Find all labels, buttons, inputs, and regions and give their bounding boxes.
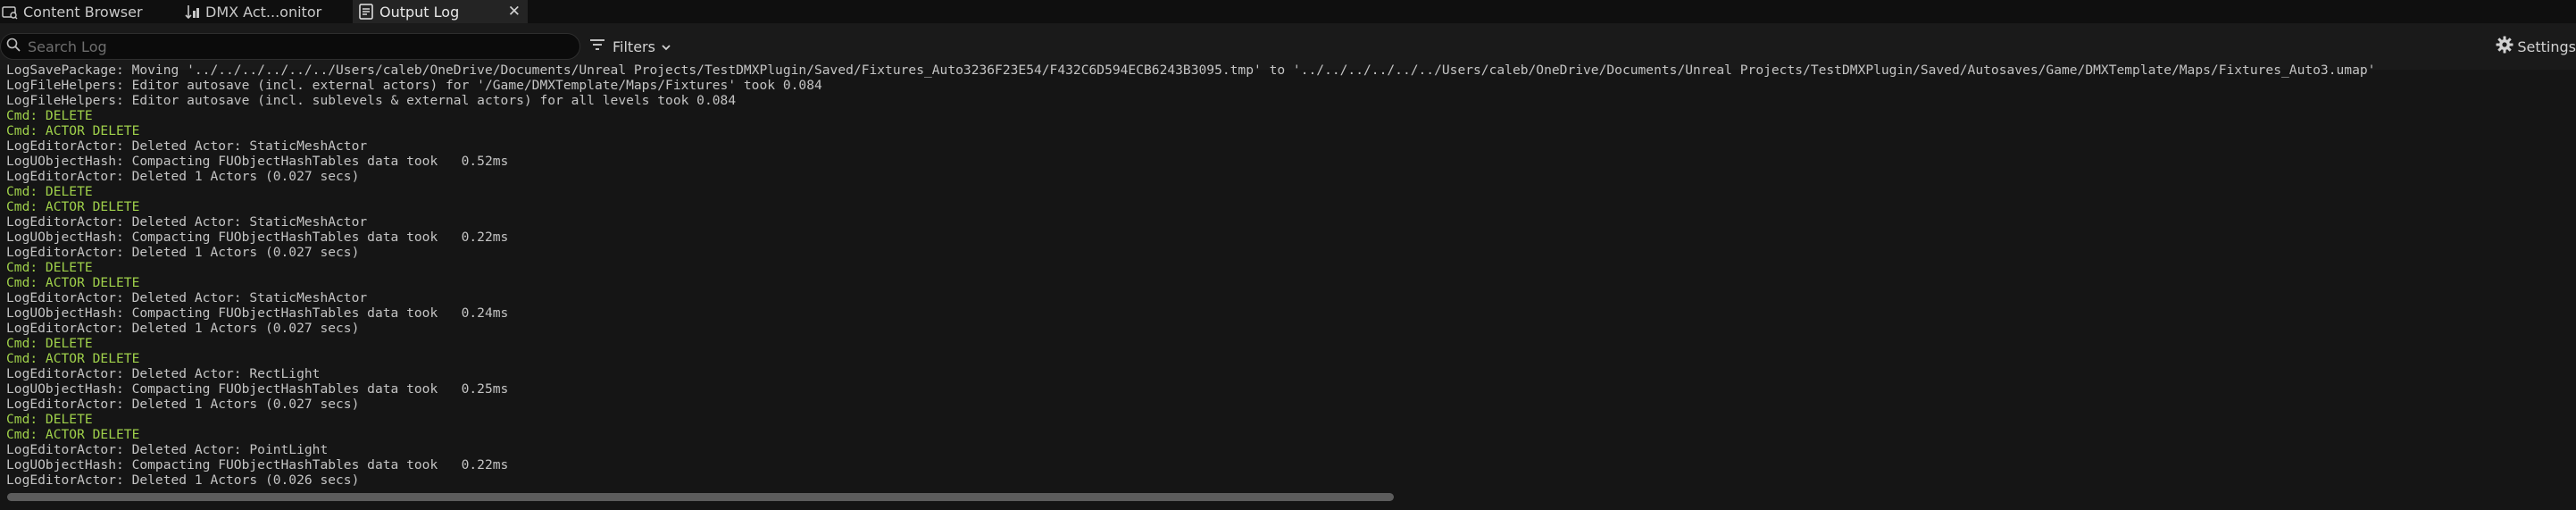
log-line[interactable]: LogEditorActor: Deleted 1 Actors (0.027 … xyxy=(6,245,2576,260)
log-line[interactable]: LogEditorActor: Deleted Actor: PointLigh… xyxy=(6,442,2576,457)
log-line-command[interactable]: Cmd: DELETE xyxy=(6,260,2576,275)
log-line[interactable]: LogEditorActor: Deleted 1 Actors (0.026 … xyxy=(6,472,2576,488)
tab-dmx-monitor[interactable]: DMX Act...onitor xyxy=(179,0,353,23)
log-line-command[interactable]: Cmd: ACTOR DELETE xyxy=(6,199,2576,214)
tab-label: DMX Act...onitor xyxy=(205,3,322,21)
log-line-command[interactable]: Cmd: DELETE xyxy=(6,184,2576,199)
search-icon xyxy=(6,38,21,55)
log-line[interactable]: LogUObjectHash: Compacting FUObjectHashT… xyxy=(6,305,2576,321)
log-line-command[interactable]: Cmd: ACTOR DELETE xyxy=(6,275,2576,290)
log-line[interactable]: LogEditorActor: Deleted 1 Actors (0.027 … xyxy=(6,397,2576,412)
search-box xyxy=(0,33,580,60)
scrollbar-thumb[interactable] xyxy=(7,493,1394,501)
tab-label: Output Log xyxy=(379,3,460,21)
log-line-command[interactable]: Cmd: DELETE xyxy=(6,336,2576,351)
content-browser-icon xyxy=(0,2,20,21)
horizontal-scrollbar[interactable] xyxy=(0,489,2576,503)
log-line[interactable]: LogFileHelpers: Editor autosave (incl. s… xyxy=(6,93,2576,108)
log-line-command[interactable]: Cmd: DELETE xyxy=(6,412,2576,427)
log-line[interactable]: LogUObjectHash: Compacting FUObjectHashT… xyxy=(6,230,2576,245)
log-line-command[interactable]: Cmd: ACTOR DELETE xyxy=(6,123,2576,138)
log-line-command[interactable]: Cmd: ACTOR DELETE xyxy=(6,351,2576,366)
search-input[interactable] xyxy=(28,38,563,55)
output-log-list[interactable]: LogSavePackage: Moving '../../../../../.… xyxy=(0,63,2576,489)
log-line[interactable]: LogFileHelpers: Editor autosave (incl. e… xyxy=(6,78,2576,93)
filter-icon xyxy=(589,38,607,55)
gear-icon xyxy=(2496,36,2515,57)
log-line[interactable]: LogEditorActor: Deleted Actor: RectLight xyxy=(6,366,2576,381)
output-log-icon xyxy=(356,2,376,21)
tab-output-log[interactable]: Output Log ✕ xyxy=(353,0,528,23)
log-line[interactable]: LogSavePackage: Moving '../../../../../.… xyxy=(6,63,2576,78)
log-line[interactable]: LogEditorActor: Deleted Actor: StaticMes… xyxy=(6,214,2576,230)
filters-label: Filters xyxy=(613,38,655,55)
tab-bar: Content Browser DMX Act...onitor Output … xyxy=(0,0,2576,23)
log-line[interactable]: LogEditorActor: Deleted Actor: StaticMes… xyxy=(6,290,2576,305)
log-line[interactable]: LogUObjectHash: Compacting FUObjectHashT… xyxy=(6,381,2576,397)
dmx-monitor-icon xyxy=(182,2,202,21)
filters-button[interactable]: Filters xyxy=(589,34,671,59)
chevron-down-icon xyxy=(661,38,671,55)
log-line[interactable]: LogEditorActor: Deleted Actor: StaticMes… xyxy=(6,138,2576,154)
log-line-command[interactable]: Cmd: DELETE xyxy=(6,108,2576,123)
log-line[interactable]: LogUObjectHash: Compacting FUObjectHashT… xyxy=(6,154,2576,169)
settings-label: Settings xyxy=(2517,38,2576,55)
log-line[interactable]: LogEditorActor: Deleted 1 Actors (0.027 … xyxy=(6,321,2576,336)
log-line-command[interactable]: Cmd: ACTOR DELETE xyxy=(6,427,2576,442)
close-icon[interactable]: ✕ xyxy=(508,3,521,21)
log-line[interactable]: LogUObjectHash: Compacting FUObjectHashT… xyxy=(6,457,2576,472)
settings-button[interactable]: Settings xyxy=(2496,34,2576,59)
log-line[interactable]: LogEditorActor: Deleted 1 Actors (0.027 … xyxy=(6,169,2576,184)
tab-label: Content Browser xyxy=(23,3,143,21)
tab-content-browser[interactable]: Content Browser xyxy=(0,0,179,23)
